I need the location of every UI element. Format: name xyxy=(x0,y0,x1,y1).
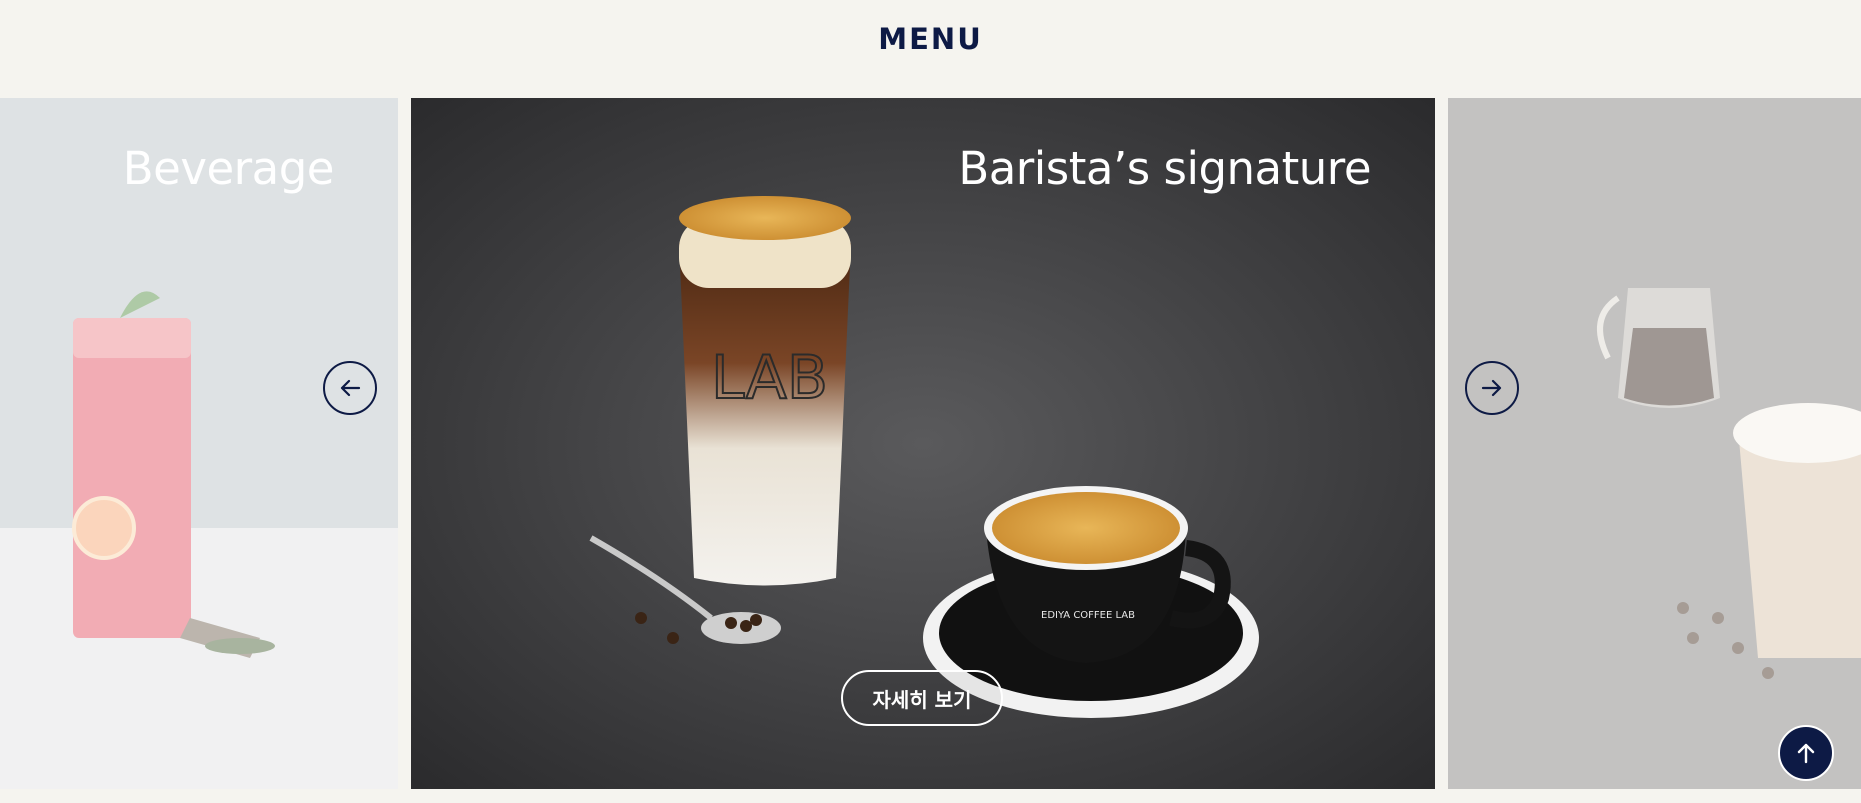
slide-title-beverage: Beverage xyxy=(122,142,335,195)
slide-coffee[interactable] xyxy=(1448,98,1861,789)
scroll-to-top-button[interactable] xyxy=(1778,725,1834,781)
arrow-up-icon xyxy=(1797,743,1815,764)
arrow-right-icon xyxy=(1481,379,1502,397)
slide-title-barista-signature: Barista’s signature xyxy=(958,142,1371,195)
beverage-dim-overlay xyxy=(0,98,398,789)
section-title: MENU xyxy=(878,22,983,56)
arrow-left-icon xyxy=(340,379,361,397)
slide-beverage[interactable]: Beverage xyxy=(0,98,398,789)
prev-slide-button[interactable] xyxy=(323,361,377,415)
svg-text:EDIYA COFFEE LAB: EDIYA COFFEE LAB xyxy=(1041,610,1135,621)
coffee-dim-overlay xyxy=(1448,98,1861,789)
view-details-button[interactable]: 자세히 보기 xyxy=(841,670,1003,726)
svg-text:LAB: LAB xyxy=(711,343,828,413)
next-slide-button[interactable] xyxy=(1465,361,1519,415)
